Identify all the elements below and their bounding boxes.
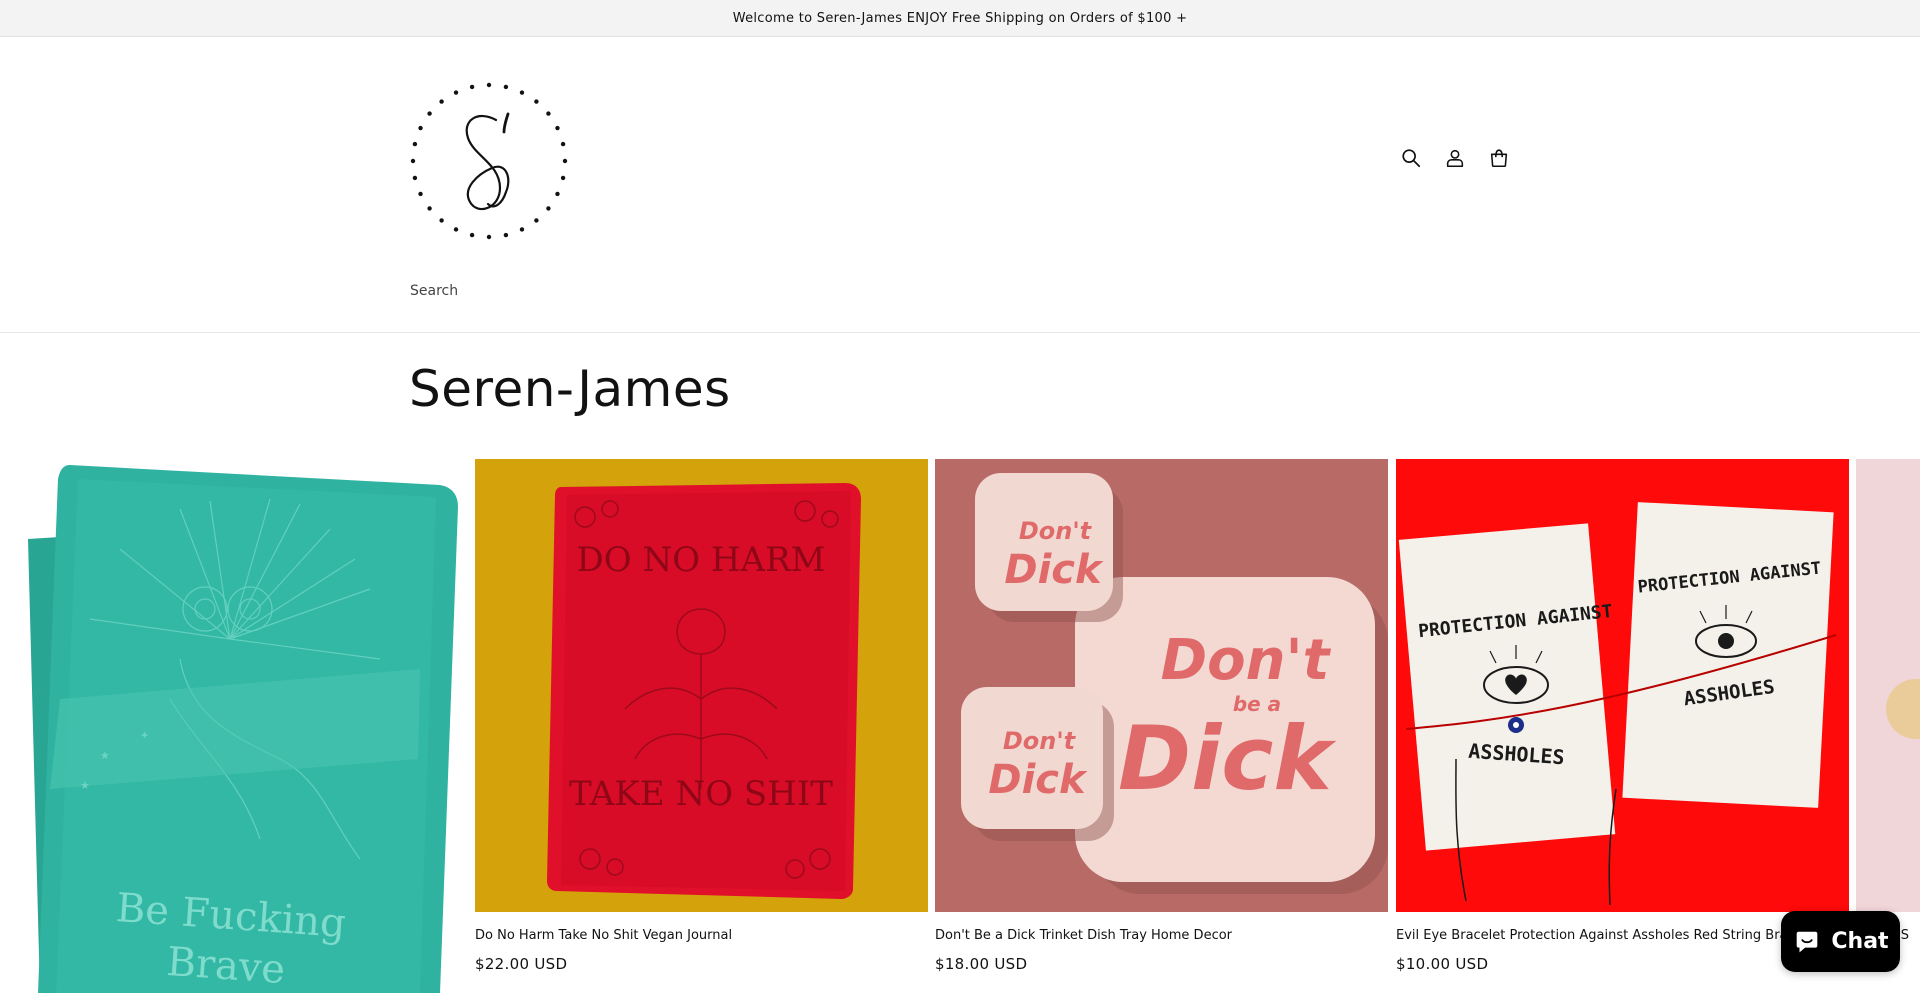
chat-label: Chat: [1831, 929, 1889, 954]
product-image: ★ ✦ ★ Be Fucking Brave: [0, 459, 462, 993]
product-price: $22.00 USD: [475, 955, 568, 973]
cart-icon: [1490, 148, 1507, 167]
product-image: Don't Dick Don't Dick Don't be a Dick: [935, 459, 1388, 912]
svg-text:Don't: Don't: [1161, 628, 1332, 693]
product-card[interactable]: PROTECTION AGAINST ASSHOLES PROTECTION A…: [1396, 459, 1849, 973]
announcement-bar: Welcome to Seren-James ENJOY Free Shippi…: [0, 0, 1920, 37]
product-card[interactable]: Don't Dick Don't Dick Don't be a Dick Do…: [935, 459, 1388, 973]
product-card[interactable]: Tennis S 0 U: [1856, 459, 1920, 973]
product-image: DO NO HARM TAKE NO SHIT: [475, 459, 928, 912]
svg-text:Dick: Dick: [988, 757, 1088, 803]
image-caption-line2: Brave: [165, 939, 287, 993]
search-button[interactable]: [1397, 144, 1424, 171]
chat-button[interactable]: Chat: [1781, 911, 1900, 972]
svg-text:Don't: Don't: [1003, 727, 1077, 755]
product-card[interactable]: DO NO HARM TAKE NO SHIT Do No Harm Take …: [475, 459, 928, 973]
announcement-text: Welcome to Seren-James ENJOY Free Shippi…: [732, 10, 1188, 26]
svg-text:Don't: Don't: [1019, 517, 1093, 545]
product-price: $18.00 USD: [935, 955, 1028, 973]
svg-text:★: ★: [100, 749, 110, 762]
product-card[interactable]: ★ ✦ ★ Be Fucking Brave: [0, 459, 462, 993]
account-button[interactable]: [1441, 144, 1468, 171]
logo-mark: [410, 82, 568, 240]
nav-link-search[interactable]: Search: [410, 283, 458, 299]
collection-title: Seren-James: [409, 360, 731, 418]
product-image: [1856, 459, 1920, 912]
account-icon: [1446, 149, 1463, 167]
cart-button[interactable]: [1485, 144, 1512, 171]
site-logo[interactable]: [408, 80, 570, 242]
image-text-top: DO NO HARM: [577, 540, 826, 580]
header-icons: [1397, 144, 1512, 171]
svg-text:★: ★: [80, 779, 90, 792]
image-text-bottom: TAKE NO SHIT: [569, 774, 833, 814]
product-title[interactable]: Do No Harm Take No Shit Vegan Journal: [475, 928, 928, 943]
product-carousel: ★ ✦ ★ Be Fucking Brave DO NO HARM TAKE N…: [0, 459, 1920, 993]
site-header: Search: [0, 38, 1920, 333]
product-image: PROTECTION AGAINST ASSHOLES PROTECTION A…: [1396, 459, 1849, 912]
search-icon: [1401, 148, 1420, 167]
svg-text:Dick: Dick: [1004, 547, 1104, 593]
svg-text:Dick: Dick: [1118, 707, 1336, 810]
product-title[interactable]: Don't Be a Dick Trinket Dish Tray Home D…: [935, 928, 1388, 943]
svg-text:✦: ✦: [140, 729, 149, 742]
chat-icon: [1797, 931, 1818, 952]
